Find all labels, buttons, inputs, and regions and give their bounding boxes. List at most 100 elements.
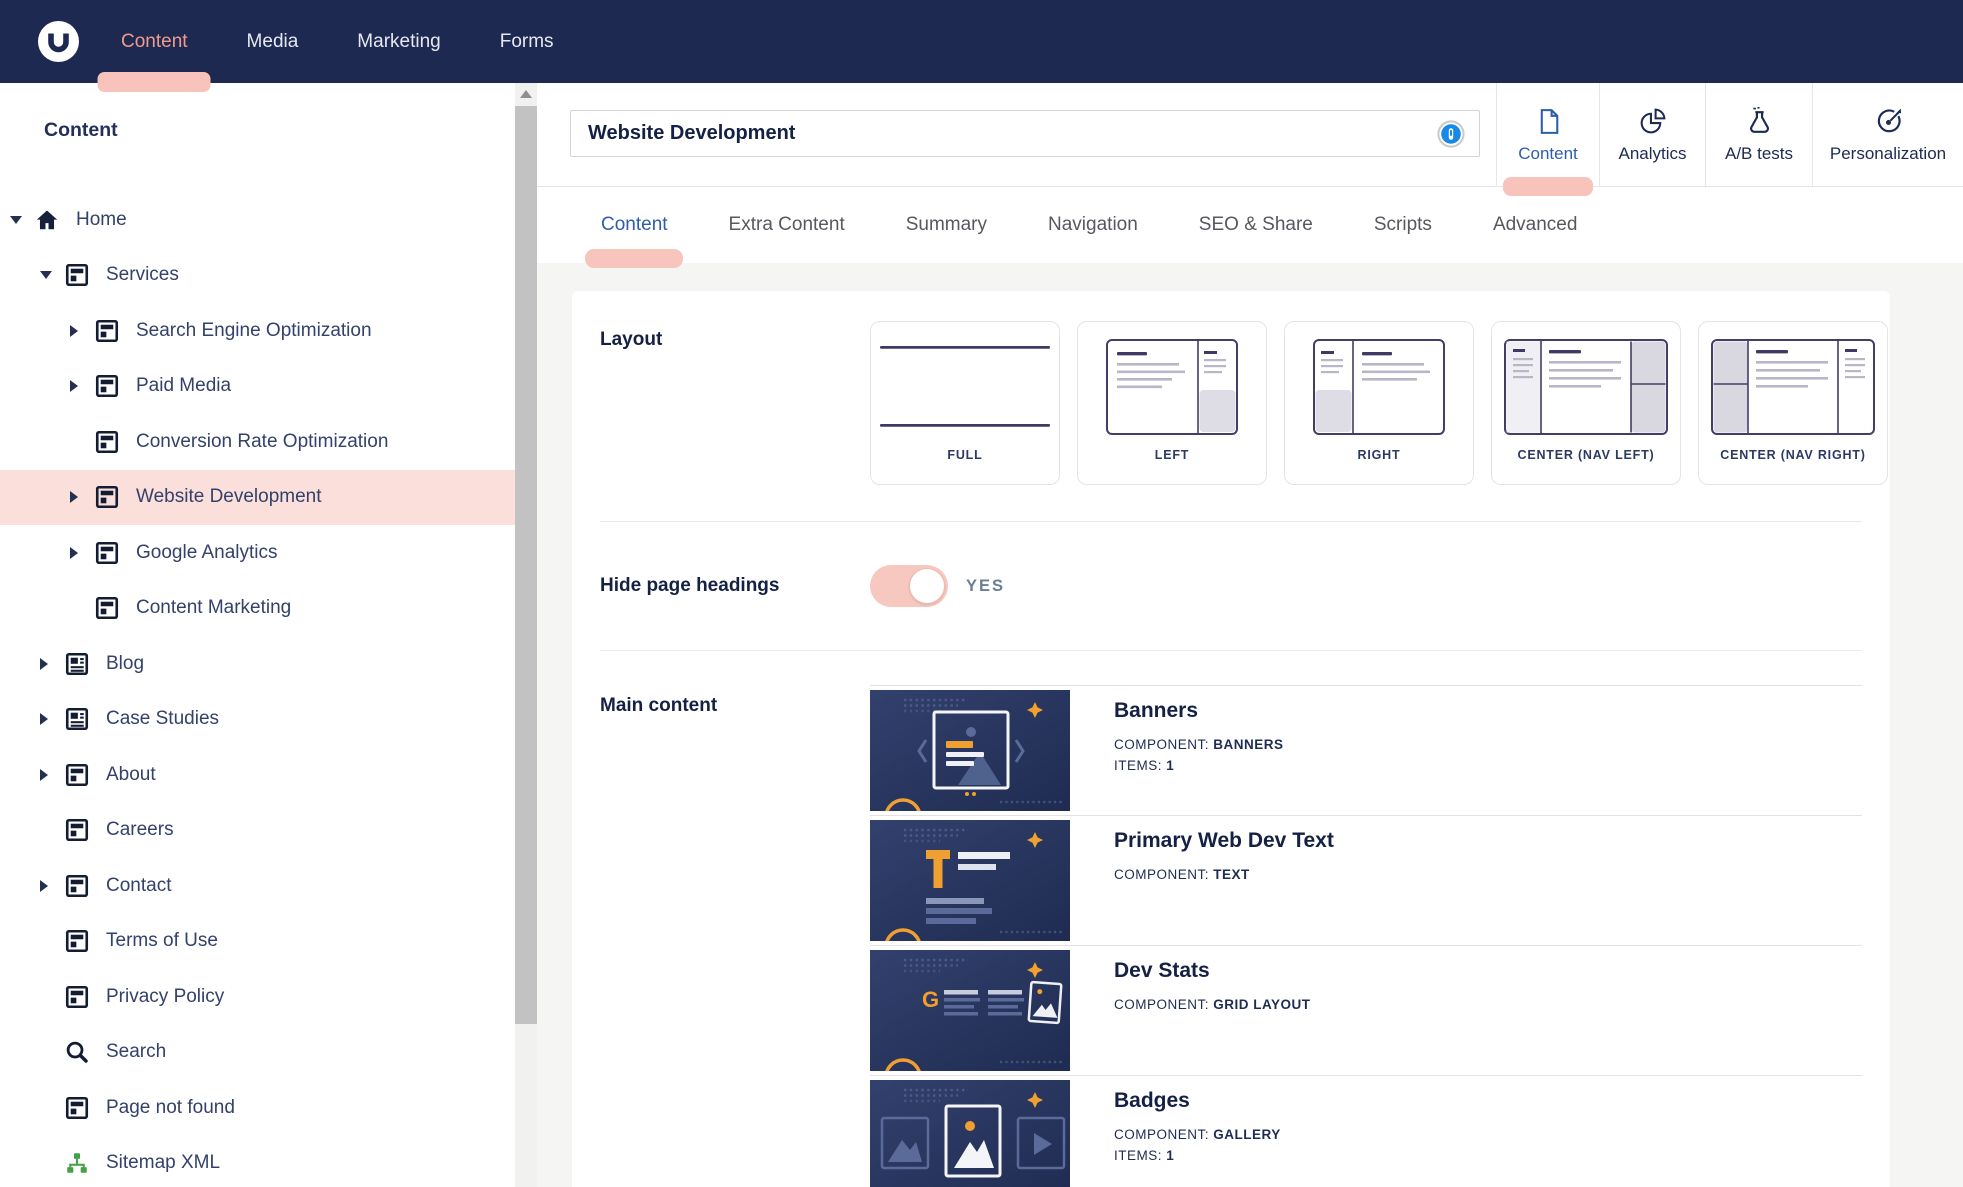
tab-navigation[interactable]: Navigation (1048, 214, 1138, 236)
caret-right-icon[interactable] (70, 380, 78, 392)
article-icon (64, 651, 90, 677)
property-label: Layout (600, 321, 870, 485)
caret-right-icon[interactable] (70, 491, 78, 503)
tree-item-terms-of-use[interactable]: Terms of Use (0, 914, 515, 970)
component-title: Badges (1114, 1089, 1281, 1113)
tree-item-paid-media[interactable]: Paid Media (0, 359, 515, 415)
active-tab-indicator (585, 249, 683, 268)
article-icon (64, 706, 90, 732)
document-icon (1533, 106, 1564, 137)
tree-item-case-studies[interactable]: Case Studies (0, 692, 515, 748)
home-icon (34, 207, 60, 233)
tree-item-search-engine-optimization[interactable]: Search Engine Optimization (0, 303, 515, 359)
toggle-knob (909, 568, 945, 604)
target-icon (1873, 106, 1904, 137)
layout-right-thumbnail (1284, 332, 1474, 442)
page-icon (64, 1095, 90, 1121)
grid-layout-thumbnail: G (870, 950, 1070, 1071)
nav-item-label: Media (247, 31, 299, 53)
property-label: Main content (600, 695, 870, 1187)
component-item-dev-stats[interactable]: G (870, 945, 1862, 1075)
top-bar: Content Media Marketing Forms (0, 0, 1963, 83)
app-tab-ab-tests[interactable]: A/B tests (1705, 83, 1812, 186)
flask-icon (1744, 106, 1775, 137)
layout-option-full[interactable]: FULL (870, 321, 1060, 485)
tree-item-conversion-rate-optimization[interactable]: Conversion Rate Optimization (0, 414, 515, 470)
nav-item-forms[interactable]: Forms (500, 0, 554, 83)
caret-right-icon[interactable] (40, 658, 48, 670)
layout-option-center-nav-right[interactable]: CENTER (NAV RIGHT) (1698, 321, 1888, 485)
layout-left-thumbnail (1077, 332, 1267, 442)
layout-option-right[interactable]: RIGHT (1284, 321, 1474, 485)
page-icon (64, 762, 90, 788)
tree-item-content-marketing[interactable]: Content Marketing (0, 581, 515, 637)
page-icon (64, 984, 90, 1010)
tree-scrollbar[interactable] (515, 83, 537, 1187)
tab-seo-share[interactable]: SEO & Share (1199, 214, 1313, 236)
caret-down-icon[interactable] (40, 271, 52, 279)
scrollbar-thumb[interactable] (515, 106, 537, 1024)
tab-summary[interactable]: Summary (906, 214, 987, 236)
caret-right-icon[interactable] (40, 880, 48, 892)
caret-right-icon[interactable] (40, 769, 48, 781)
tree-item-google-analytics[interactable]: Google Analytics (0, 525, 515, 581)
tree-item-privacy-policy[interactable]: Privacy Policy (0, 969, 515, 1025)
umbraco-logo[interactable] (38, 21, 79, 62)
tree-item-contact[interactable]: Contact (0, 858, 515, 914)
component-type: COMPONENT: GRID LAYOUT (1114, 997, 1311, 1012)
search-icon (64, 1039, 90, 1065)
tree-item-services[interactable]: Services (0, 248, 515, 304)
tab-advanced[interactable]: Advanced (1493, 214, 1578, 236)
property-layout: Layout FULL (572, 291, 1890, 521)
caret-right-icon[interactable] (40, 713, 48, 725)
page-icon (94, 595, 120, 621)
content-tab-bar: Content Extra Content Summary Navigation… (537, 187, 1963, 263)
caret-down-icon[interactable] (10, 216, 22, 224)
page-title-input[interactable] (570, 110, 1480, 157)
editor-main: Content Analytics A/B tests (537, 83, 1963, 1187)
nav-item-content[interactable]: Content (121, 0, 188, 83)
content-tree-sidebar: Content Home Services Search Engine Opti… (0, 83, 515, 1187)
nav-item-marketing[interactable]: Marketing (357, 0, 440, 83)
tree-item-sitemap-xml[interactable]: Sitemap XML (0, 1136, 515, 1187)
layout-option-center-nav-left[interactable]: CENTER (NAV LEFT) (1491, 321, 1681, 485)
sitemap-icon (64, 1150, 90, 1176)
up-arrow-icon (520, 90, 532, 98)
layout-option-left[interactable]: LEFT (1077, 321, 1267, 485)
tree-item-search[interactable]: Search (0, 1025, 515, 1081)
layout-full-thumbnail (870, 332, 1060, 442)
tree-item-about[interactable]: About (0, 747, 515, 803)
sidebar-title: Content (44, 119, 118, 142)
caret-right-icon[interactable] (70, 547, 78, 559)
nav-item-label: Forms (500, 31, 554, 53)
component-title: Dev Stats (1114, 959, 1311, 983)
component-item-banners[interactable]: Banners COMPONENT: BANNERS ITEMS: 1 (870, 685, 1862, 815)
tree-item-website-development[interactable]: Website Development (0, 470, 515, 526)
banners-thumbnail (870, 690, 1070, 811)
component-item-primary-web-dev-text[interactable]: Primary Web Dev Text COMPONENT: TEXT (870, 815, 1862, 945)
tree-item-page-not-found[interactable]: Page not found (0, 1080, 515, 1136)
component-item-badges[interactable]: Badges COMPONENT: GALLERY ITEMS: 1 (870, 1075, 1862, 1187)
editor-body: Layout FULL (537, 263, 1963, 1187)
tab-scripts[interactable]: Scripts (1374, 214, 1432, 236)
nav-item-media[interactable]: Media (247, 0, 299, 83)
app-tab-analytics[interactable]: Analytics (1599, 83, 1705, 186)
hide-page-headings-toggle[interactable] (870, 565, 948, 607)
tree-item-blog[interactable]: Blog (0, 636, 515, 692)
tree-item-home[interactable]: Home (0, 192, 515, 248)
component-items-count: ITEMS: 1 (1114, 758, 1284, 773)
caret-right-icon[interactable] (70, 325, 78, 337)
tree-item-careers[interactable]: Careers (0, 803, 515, 859)
page-icon (94, 318, 120, 344)
tab-extra-content[interactable]: Extra Content (729, 214, 845, 236)
tab-content[interactable]: Content (601, 214, 668, 236)
component-title: Banners (1114, 699, 1284, 723)
component-list: Banners COMPONENT: BANNERS ITEMS: 1 (870, 685, 1862, 1187)
component-title: Primary Web Dev Text (1114, 829, 1334, 853)
scrollbar-up-arrow[interactable] (515, 83, 537, 105)
gallery-thumbnail (870, 1080, 1070, 1187)
content-tree: Home Services Search Engine Optimization… (0, 192, 515, 1187)
password-manager-icon[interactable] (1437, 120, 1465, 148)
app-tab-content[interactable]: Content (1496, 83, 1599, 186)
app-tab-personalization[interactable]: Personalization (1812, 83, 1963, 186)
